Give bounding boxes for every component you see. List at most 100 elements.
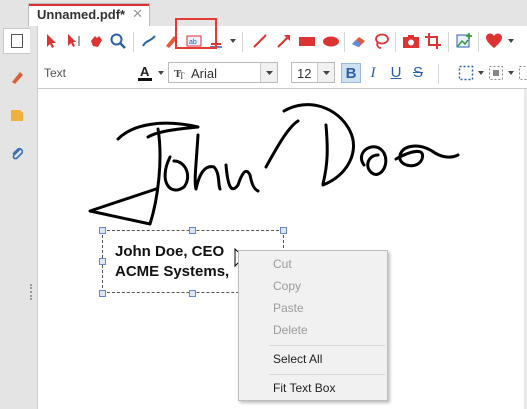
crop-icon — [425, 33, 441, 49]
tab-bar: Unnamed.pdf* ✕ — [0, 0, 527, 26]
underline-button[interactable]: U — [386, 63, 406, 83]
resize-handle[interactable] — [99, 227, 106, 234]
pages-panel-tab[interactable] — [3, 28, 30, 54]
selected-tool-highlight — [175, 18, 217, 49]
menu-item-label: Paste — [273, 301, 304, 315]
bold-button[interactable]: B — [341, 63, 361, 83]
font-size-value: 12 — [297, 66, 312, 81]
select-text-tool[interactable] — [64, 31, 84, 51]
chevron-down-icon — [508, 71, 514, 75]
border-style-dropdown[interactable] — [478, 71, 484, 75]
attachments-panel-tab[interactable] — [3, 140, 30, 166]
menu-item-fit-text-box[interactable]: Fit Text Box — [239, 378, 387, 399]
toolbar-separator — [133, 32, 134, 52]
chevron-down-icon — [478, 71, 484, 75]
hand-tool[interactable] — [86, 31, 106, 51]
close-tab-icon[interactable]: ✕ — [132, 6, 143, 22]
menu-item-paste[interactable]: Paste — [239, 298, 387, 319]
dashed-border-icon — [458, 65, 474, 81]
resize-handle[interactable] — [99, 290, 106, 297]
text-box-line-2[interactable]: ACME Systems, — [115, 263, 229, 280]
toolbar-separator — [395, 32, 396, 52]
favorites-dropdown[interactable] — [508, 39, 514, 43]
ellipse-icon — [323, 36, 339, 47]
font-size-dropdown[interactable] — [317, 63, 334, 82]
toolbar-separator — [478, 32, 479, 52]
border-color-icon — [489, 66, 503, 80]
menu-separator — [269, 374, 385, 375]
pencil-tool[interactable] — [139, 31, 159, 51]
pencil-icon — [142, 35, 156, 47]
border-color-dropdown[interactable] — [508, 71, 514, 75]
menu-item-label: Cut — [273, 257, 292, 271]
zoom-tool[interactable] — [108, 31, 128, 51]
magnifier-icon — [110, 33, 126, 49]
bookmark-icon — [10, 110, 23, 121]
ellipse-tool[interactable] — [321, 31, 341, 51]
text-cursor-icon — [68, 34, 80, 47]
tab-accent — [29, 4, 149, 6]
lasso-tool[interactable] — [371, 31, 391, 51]
arrow-tool[interactable] — [274, 31, 294, 51]
image-icon — [456, 33, 472, 48]
font-icon: TT — [174, 68, 185, 80]
font-size-select[interactable]: 12 — [291, 62, 335, 83]
document-tab-title: Unnamed.pdf* — [37, 7, 126, 22]
fill-color-icon — [519, 66, 527, 80]
toolbar-separator — [242, 32, 243, 52]
text-color-button[interactable]: A — [135, 63, 155, 83]
snapshot-tool[interactable] — [401, 31, 421, 51]
resize-handle[interactable] — [189, 227, 196, 234]
eraser-icon — [352, 37, 365, 47]
bookmarks-panel-tab[interactable] — [3, 102, 30, 128]
menu-item-cut[interactable]: Cut — [239, 254, 387, 275]
menu-item-label: Fit Text Box — [273, 381, 336, 395]
chevron-down-icon — [508, 39, 514, 43]
annotations-panel-tab[interactable] — [3, 64, 30, 90]
resize-handle[interactable] — [99, 258, 106, 265]
hand-icon — [91, 36, 102, 47]
arrow-icon — [277, 35, 290, 48]
border-style-button[interactable] — [456, 63, 476, 83]
annotation-toolbar: ab — [37, 26, 527, 58]
chevron-down-icon — [265, 70, 273, 75]
svg-text:A: A — [140, 64, 150, 79]
line-tool[interactable] — [250, 31, 270, 51]
heart-icon — [486, 33, 502, 48]
italic-button[interactable]: I — [363, 63, 383, 83]
menu-item-label: Select All — [273, 352, 323, 366]
font-family-select[interactable]: TT Arial — [168, 62, 278, 83]
properties-toolbar: Text A TT Arial 12 B I U S — [37, 58, 527, 89]
insert-image-tool[interactable] — [454, 31, 474, 51]
border-color-button[interactable] — [486, 63, 506, 83]
toolbar-separator — [438, 64, 439, 84]
paperclip-icon — [11, 147, 23, 160]
stamp-dropdown[interactable] — [230, 39, 236, 43]
text-color-dropdown[interactable] — [158, 71, 164, 75]
toolbar-separator — [344, 32, 345, 52]
font-family-dropdown[interactable] — [260, 63, 277, 82]
sidebar-resize-grip[interactable] — [30, 284, 35, 300]
menu-item-select-all[interactable]: Select All — [239, 349, 387, 370]
strikethrough-button[interactable]: S — [408, 63, 428, 83]
resize-handle[interactable] — [189, 290, 196, 297]
eraser-tool[interactable] — [349, 31, 369, 51]
svg-text:T: T — [179, 71, 185, 80]
fill-color-button[interactable] — [516, 63, 527, 83]
line-icon — [253, 34, 267, 48]
menu-separator — [269, 345, 385, 346]
resize-handle[interactable] — [280, 227, 287, 234]
document-tab[interactable]: Unnamed.pdf* ✕ — [28, 3, 150, 26]
text-box-line-1[interactable]: John Doe, CEO — [115, 243, 224, 260]
camera-icon — [403, 35, 419, 48]
lasso-icon — [375, 33, 389, 49]
menu-item-delete[interactable]: Delete — [239, 320, 387, 341]
rectangle-icon — [299, 37, 315, 46]
page-icon — [11, 34, 23, 48]
select-tool[interactable] — [42, 31, 62, 51]
crop-tool[interactable] — [423, 31, 443, 51]
rectangle-tool[interactable] — [297, 31, 317, 51]
favorites-tool[interactable] — [484, 31, 504, 51]
menu-item-copy[interactable]: Copy — [239, 276, 387, 297]
chevron-down-icon — [158, 71, 164, 75]
